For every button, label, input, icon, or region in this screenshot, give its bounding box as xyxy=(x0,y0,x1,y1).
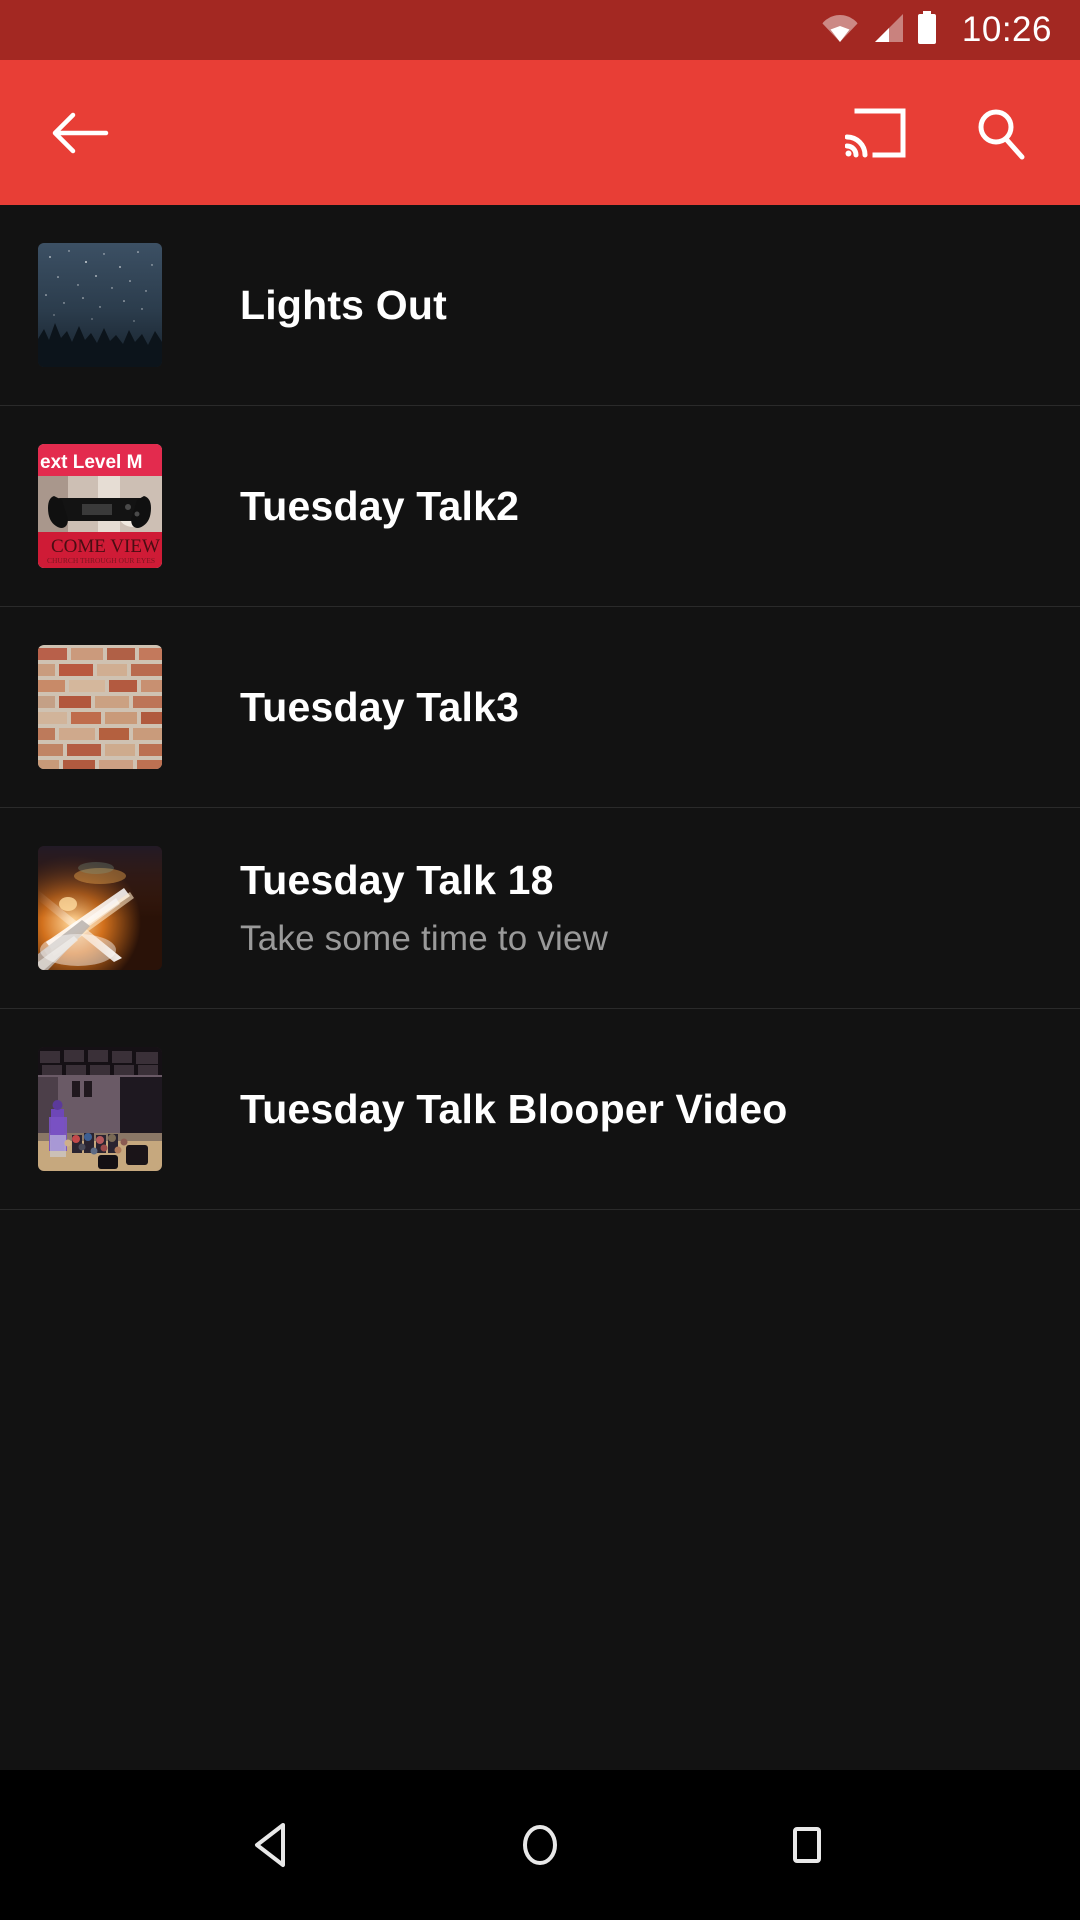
cast-icon xyxy=(845,108,906,157)
list-item-title: Tuesday Talk 18 xyxy=(240,856,554,903)
status-bar-clock: 10:26 xyxy=(961,10,1052,49)
list-item-text: Tuesday Talk Blooper Video xyxy=(240,1085,787,1133)
night-sky-trees-thumbnail xyxy=(38,243,162,367)
list-item-text: Tuesday Talk3 xyxy=(240,683,519,731)
list-item-title: Tuesday Talk3 xyxy=(240,683,520,730)
list-item[interactable]: ext Level M COME VIEW CHURCH THROUGH OUR… xyxy=(0,406,1080,607)
app-screen: 10:26 Lights Out ext Level M COME VIEW C… xyxy=(0,0,1080,1920)
list-item[interactable]: Tuesday Talk Blooper Video xyxy=(0,1009,1080,1210)
list-item[interactable]: Tuesday Talk 18 Take some time to view xyxy=(0,808,1080,1009)
nav-back-triangle-icon xyxy=(255,1823,286,1867)
svg-text:CHURCH THROUGH OUR EYES: CHURCH THROUGH OUR EYES xyxy=(47,556,155,565)
list-item-text: Tuesday Talk2 xyxy=(240,482,519,530)
auditorium-stage-thumbnail xyxy=(38,1047,162,1171)
cellular-signal-icon xyxy=(870,13,904,48)
list-item[interactable]: Tuesday Talk3 xyxy=(0,607,1080,808)
brick-wall-thumbnail xyxy=(38,645,162,769)
cast-button[interactable] xyxy=(840,97,912,169)
back-arrow-icon xyxy=(52,112,109,153)
nav-recents-button[interactable] xyxy=(762,1800,852,1890)
back-button[interactable] xyxy=(44,97,116,169)
list-item-subtitle: Take some time to view xyxy=(240,919,609,959)
list-item-title: Lights Out xyxy=(240,281,447,328)
list-item-title: Tuesday Talk Blooper Video xyxy=(240,1085,788,1132)
svg-text:COME VIEW: COME VIEW xyxy=(51,536,160,557)
next-level-come-view-thumbnail: ext Level M COME VIEW CHURCH THROUGH OUR… xyxy=(38,444,162,568)
search-button[interactable] xyxy=(964,97,1036,169)
status-bar: 10:26 xyxy=(0,0,1080,60)
list-item-title: Tuesday Talk2 xyxy=(240,482,520,529)
list-item[interactable]: Lights Out xyxy=(0,205,1080,406)
nav-recents-square-icon xyxy=(792,1827,821,1863)
battery-icon xyxy=(916,10,938,50)
svg-text:ext Level M: ext Level M xyxy=(40,452,142,473)
search-icon xyxy=(978,109,1025,159)
nav-back-button[interactable] xyxy=(228,1800,318,1890)
wifi-icon xyxy=(822,13,858,48)
nav-home-circle-icon xyxy=(522,1825,557,1865)
light-trails-road-thumbnail xyxy=(38,846,162,970)
list-item-text: Tuesday Talk 18 Take some time to view xyxy=(240,856,608,960)
app-bar xyxy=(0,60,1080,205)
android-navigation-bar xyxy=(0,1770,1080,1920)
status-bar-icons xyxy=(822,10,938,50)
video-list[interactable]: Lights Out ext Level M COME VIEW CHURCH … xyxy=(0,205,1080,1770)
nav-home-button[interactable] xyxy=(495,1800,585,1890)
list-item-text: Lights Out xyxy=(240,281,447,329)
